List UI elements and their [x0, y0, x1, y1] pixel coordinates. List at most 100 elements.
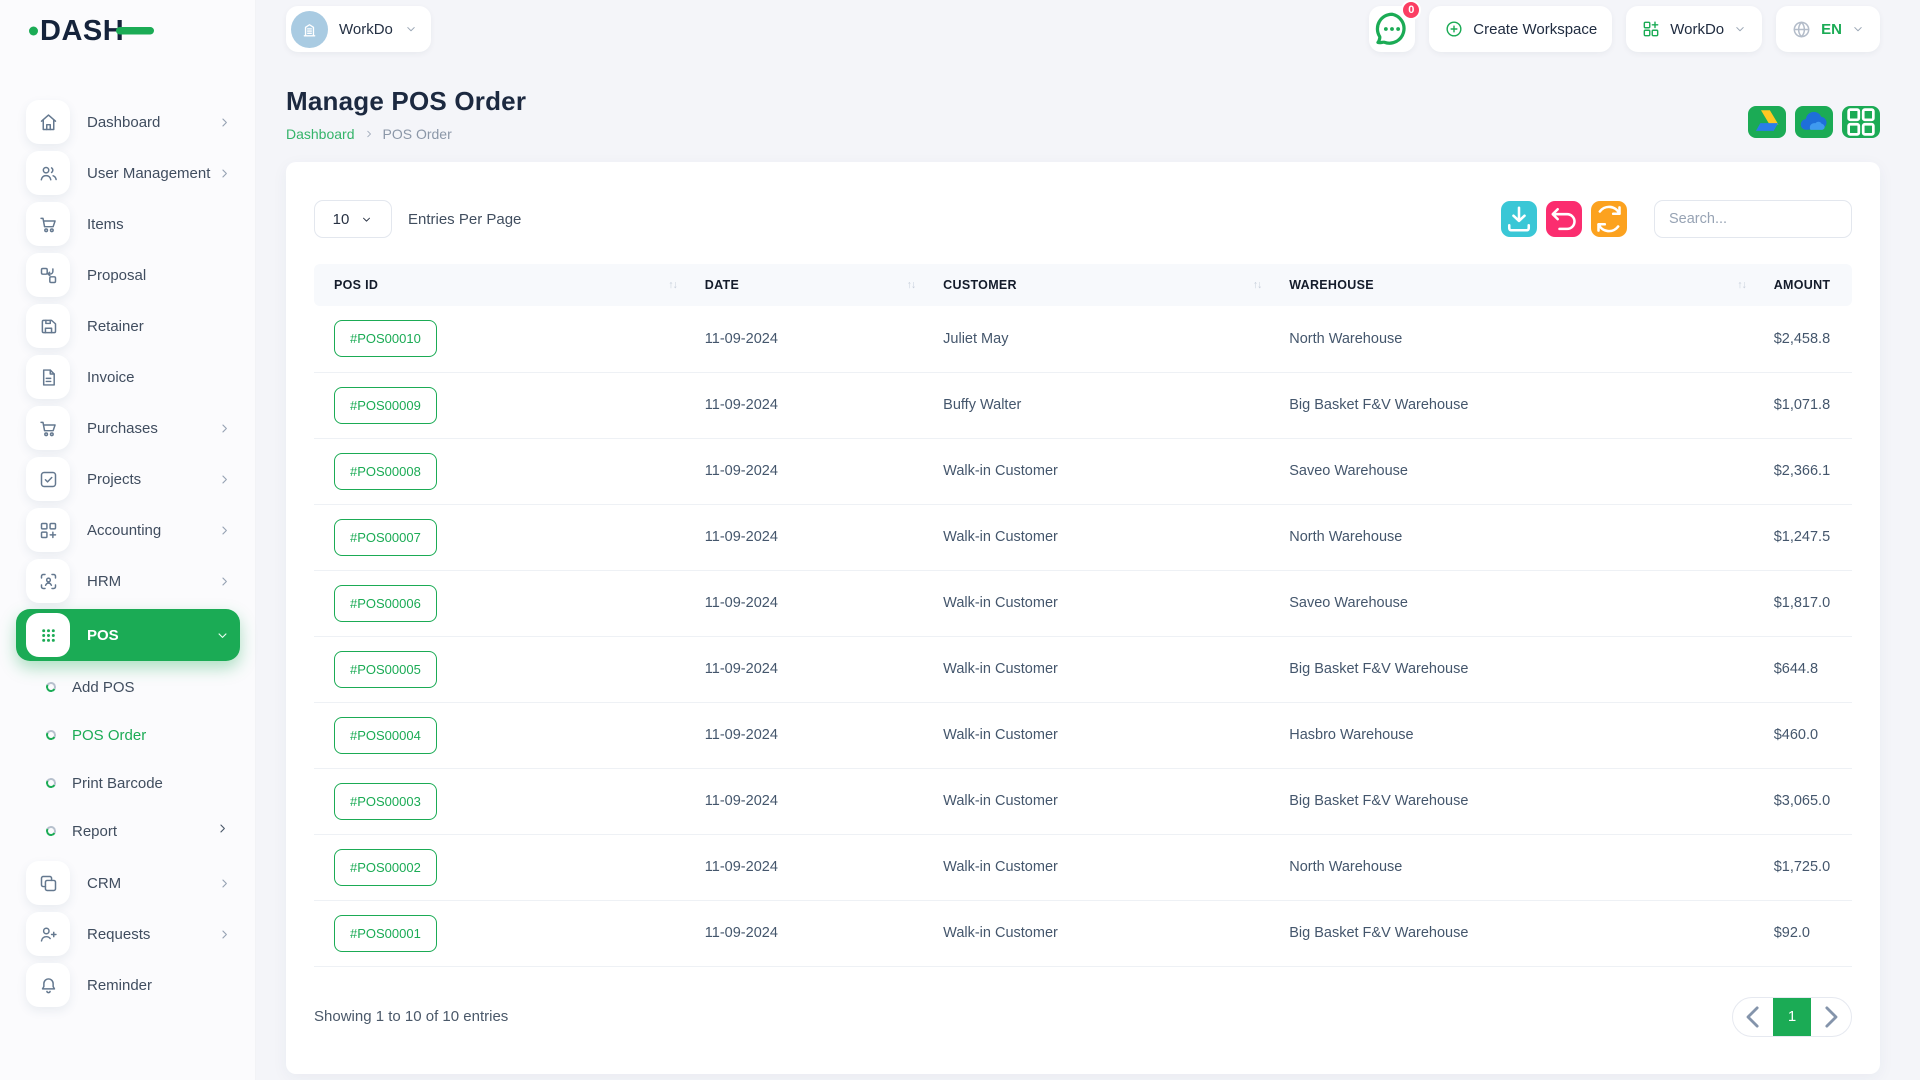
- column-header-warehouse[interactable]: WAREHOUSE ↑↓: [1275, 264, 1759, 306]
- sidebar-item-user-management[interactable]: User Management: [16, 150, 242, 196]
- pos-id-link[interactable]: #POS00001: [334, 915, 437, 952]
- current-page[interactable]: 1: [1773, 997, 1811, 1037]
- pos-id-link[interactable]: #POS00004: [334, 717, 437, 754]
- sidebar-item-pos-order[interactable]: POS Order: [0, 711, 256, 759]
- column-label: WAREHOUSE: [1289, 278, 1374, 292]
- customer-cell: Walk-in Customer: [929, 834, 1275, 900]
- icon-card: [26, 202, 70, 246]
- sidebar-item-label: Dashboard: [87, 114, 160, 131]
- showing-entries-text: Showing 1 to 10 of 10 entries: [314, 1008, 508, 1025]
- content: Manage POS Order Dashboard POS Order: [286, 58, 1880, 1080]
- sidebar-item-invoice[interactable]: Invoice: [16, 354, 242, 400]
- notification-badge: 0: [1401, 0, 1421, 20]
- sidebar-item-dashboard[interactable]: Dashboard: [16, 99, 242, 145]
- sidebar-item-items[interactable]: Items: [16, 201, 242, 247]
- sort-icon[interactable]: ↑↓: [668, 279, 677, 291]
- pos-id-link[interactable]: #POS00008: [334, 453, 437, 490]
- column-header-date[interactable]: DATE ↑↓: [691, 264, 929, 306]
- sidebar-item-proposal[interactable]: Proposal: [16, 252, 242, 298]
- column-header-amount[interactable]: AMOUNT: [1760, 264, 1852, 306]
- sidebar-item-add-pos[interactable]: Add POS: [0, 663, 256, 711]
- grid-icon: [1842, 103, 1880, 141]
- icon-card: [26, 457, 70, 501]
- pos-id-link[interactable]: #POS00005: [334, 651, 437, 688]
- undo-button[interactable]: [1546, 201, 1582, 237]
- column-label: DATE: [705, 278, 739, 292]
- entries-value: 10: [333, 211, 350, 228]
- chevron-right-icon: [217, 574, 232, 589]
- onedrive-button[interactable]: [1795, 106, 1833, 138]
- pos-id-link[interactable]: #POS00007: [334, 519, 437, 556]
- sort-icon[interactable]: ↑↓: [1737, 279, 1746, 291]
- grid-layout-button[interactable]: [1842, 106, 1880, 138]
- items-icon: [38, 214, 59, 235]
- pos-icon: [38, 625, 59, 646]
- sidebar-item-label: Proposal: [87, 267, 146, 284]
- amount-cell: $460.0: [1760, 702, 1852, 768]
- sidebar-item-crm[interactable]: CRM: [16, 860, 242, 906]
- chevron-left-icon: [1733, 997, 1773, 1037]
- customer-cell: Walk-in Customer: [929, 438, 1275, 504]
- chevron-right-icon: [217, 421, 232, 436]
- icon-card: [26, 559, 70, 603]
- pos-id-link[interactable]: #POS00003: [334, 783, 437, 820]
- breadcrumb-dashboard-link[interactable]: Dashboard: [286, 126, 355, 142]
- pos-order-table: POS ID↑↓DATE↑↓CUSTOMER↑↓WAREHOUSE↑↓AMOUN…: [314, 264, 1852, 967]
- create-workspace-button[interactable]: Create Workspace: [1429, 6, 1612, 52]
- bullet-icon: [45, 681, 57, 693]
- prev-page-button[interactable]: [1733, 997, 1773, 1037]
- pos-id-link[interactable]: #POS00006: [334, 585, 437, 622]
- sidebar-item-hrm[interactable]: HRM: [16, 558, 242, 604]
- home-icon: [38, 112, 59, 133]
- export-download-button[interactable]: [1501, 201, 1537, 237]
- column-header-customer[interactable]: CUSTOMER↑↓: [929, 264, 1275, 306]
- sidebar-item-print-barcode[interactable]: Print Barcode: [0, 759, 256, 807]
- refresh-button[interactable]: [1591, 201, 1627, 237]
- pos-id-link[interactable]: #POS00010: [334, 320, 437, 357]
- table-row: #POS0000611-09-2024Walk-in CustomerSaveo…: [314, 570, 1852, 636]
- sidebar-item-pos[interactable]: POS: [16, 609, 240, 661]
- hrm-icon: [38, 571, 59, 592]
- column-header-pos-id[interactable]: POS ID ↑↓: [314, 264, 691, 306]
- date-cell: 11-09-2024: [691, 372, 929, 438]
- date-cell: 11-09-2024: [691, 636, 929, 702]
- sidebar: DASH Dashboard User Management Items Propos…: [0, 0, 256, 1080]
- bullet-icon: [45, 825, 57, 837]
- sidebar-item-report[interactable]: Report: [0, 807, 256, 855]
- quick-actions: [1748, 106, 1880, 138]
- sidebar-item-accounting[interactable]: Accounting: [16, 507, 242, 553]
- amount-cell: $2,366.1: [1760, 438, 1852, 504]
- pos-id-link[interactable]: #POS00009: [334, 387, 437, 424]
- sidebar-item-label: Retainer: [87, 318, 144, 335]
- pos-order-card: 10 Entries Per Page POS ID↑↓: [286, 162, 1880, 1074]
- sort-icon[interactable]: ↑↓: [907, 279, 916, 291]
- chevron-right-icon: [217, 472, 232, 487]
- sidebar-item-requests[interactable]: Requests: [16, 911, 242, 957]
- sidebar-item-label: Purchases: [87, 420, 158, 437]
- entries-per-page-select[interactable]: 10: [314, 200, 392, 238]
- sidebar-item-projects[interactable]: Projects: [16, 456, 242, 502]
- page-head: Manage POS Order Dashboard POS Order: [286, 86, 1880, 142]
- workdo-menu-button[interactable]: WorkDo: [1626, 6, 1762, 52]
- customer-cell: Walk-in Customer: [929, 504, 1275, 570]
- sidebar-item-reminder[interactable]: Reminder: [16, 962, 242, 1008]
- onedrive-icon: [1795, 103, 1833, 141]
- search-input[interactable]: [1654, 200, 1852, 238]
- workspace-switcher[interactable]: WorkDo: [286, 6, 431, 52]
- chat-button[interactable]: 0: [1369, 6, 1415, 52]
- table-row: #POS0000511-09-2024Walk-in CustomerBig B…: [314, 636, 1852, 702]
- sort-icon[interactable]: ↑↓: [1253, 279, 1262, 291]
- next-page-button[interactable]: [1811, 997, 1851, 1037]
- warehouse-cell: Big Basket F&V Warehouse: [1275, 900, 1759, 966]
- sidebar-item-retainer[interactable]: Retainer: [16, 303, 242, 349]
- sidebar-item-purchases[interactable]: Purchases: [16, 405, 242, 451]
- chevron-down-icon: [360, 213, 373, 226]
- brand-logo[interactable]: DASH: [0, 0, 256, 58]
- language-button[interactable]: EN: [1776, 6, 1880, 52]
- column-label: POS ID: [334, 278, 378, 292]
- workspace-label: WorkDo: [339, 21, 393, 38]
- pos-id-link[interactable]: #POS00002: [334, 849, 437, 886]
- google-drive-button[interactable]: [1748, 106, 1786, 138]
- date-cell: 11-09-2024: [691, 570, 929, 636]
- table-row: #POS0000111-09-2024Walk-in CustomerBig B…: [314, 900, 1852, 966]
